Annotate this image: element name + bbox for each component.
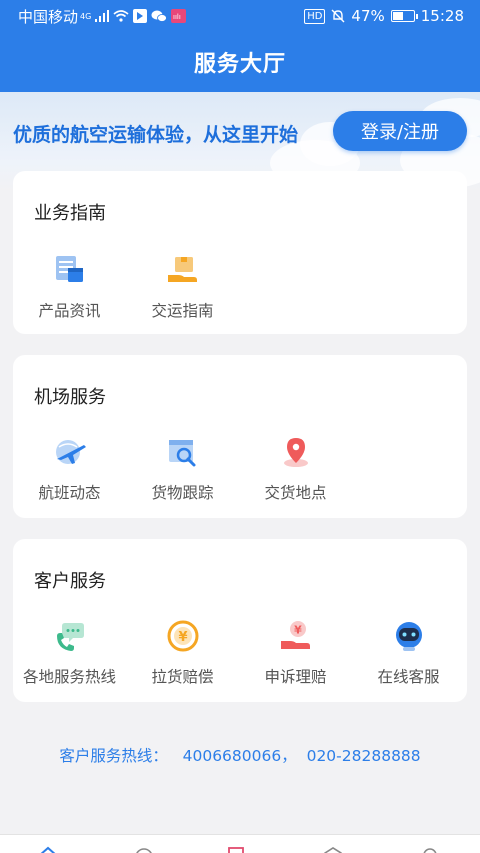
weibo-icon: ıılı: [171, 9, 187, 23]
battery-percent: 47%: [351, 7, 385, 25]
service-label: 拉货赔偿: [151, 668, 214, 686]
robot-icon: [395, 622, 422, 651]
service-item-online-support[interactable]: 在线客服: [352, 619, 465, 687]
service-label: 航班动态: [38, 484, 101, 502]
service-item-appeal-claims[interactable]: ¥ 申诉理赔: [239, 619, 352, 687]
profile-tab-icon[interactable]: [420, 845, 440, 853]
service-item-delivery-location[interactable]: 交货地点: [239, 435, 352, 503]
shipping-guide-icon: [167, 257, 197, 282]
service-item-flight-status[interactable]: 航班动态: [13, 435, 126, 503]
hd-badge: HD: [304, 8, 326, 24]
location-pin-icon: [283, 438, 308, 467]
flight-status-icon: [55, 440, 86, 464]
service-label: 各地服务热线: [22, 668, 116, 686]
service-label: 申诉理赔: [264, 668, 327, 686]
section-title: 客户服务: [34, 571, 106, 592]
business-guide-card: 业务指南 产品资讯 交运指南: [13, 171, 467, 334]
service-item-cargo-compensation[interactable]: ¥ 拉货赔偿: [126, 619, 239, 687]
airport-service-card: 机场服务 航班动态 货物跟踪 交货地点: [13, 355, 467, 518]
service-label: 货物跟踪: [151, 484, 214, 502]
svg-text:¥: ¥: [178, 630, 187, 645]
service-item-cargo-tracking[interactable]: 货物跟踪: [126, 435, 239, 503]
customer-service-card: 客户服务 各地服务热线 ¥ 拉货赔偿 ¥ 申诉理赔 在线客服: [13, 539, 467, 702]
wechat-icon: [151, 10, 168, 22]
service-hall-tab-icon[interactable]: [226, 845, 246, 853]
cargo-tab-icon[interactable]: [323, 845, 343, 853]
service-label: 产品资讯: [38, 302, 101, 320]
wifi-icon: [113, 10, 129, 22]
banner-tagline: 优质的航空运输体验，从这里开始: [13, 124, 299, 146]
bottom-tab-bar: [0, 834, 480, 853]
status-bar: 中国移动 4G ıılı HD 47% 15:28: [0, 0, 480, 32]
service-item-shipping-guide[interactable]: 交运指南: [126, 253, 239, 321]
service-label: 交货地点: [264, 484, 327, 502]
mute-bell-icon: [331, 9, 345, 23]
svg-text:ıılı: ıılı: [173, 13, 181, 21]
carrier-label: 中国移动: [18, 7, 79, 26]
customer-hotline[interactable]: 客户服务热线： 4006680066， 020-28288888: [0, 744, 480, 766]
app-notification-icon: [133, 9, 148, 23]
svg-text:¥: ¥: [294, 624, 302, 637]
clock: 15:28: [420, 7, 464, 25]
section-title: 业务指南: [34, 203, 106, 224]
signal-icon: [95, 10, 110, 22]
battery-fill: [392, 12, 404, 20]
login-register-button[interactable]: 登录/注册: [333, 111, 467, 151]
hand-money-icon: ¥: [280, 621, 310, 649]
cargo-tracking-icon: [168, 440, 195, 467]
flight-tab-icon[interactable]: [134, 845, 154, 853]
page-title: 服务大厅: [0, 32, 480, 92]
phone-chat-icon: [56, 623, 84, 651]
service-label: 在线客服: [377, 668, 440, 686]
service-item-product-info[interactable]: 产品资讯: [13, 253, 126, 321]
home-tab-icon[interactable]: [38, 845, 58, 853]
service-item-hotlines[interactable]: 各地服务热线: [13, 619, 126, 687]
yuan-coin-icon: ¥: [167, 620, 198, 652]
network-type: 4G: [80, 11, 92, 21]
product-info-icon: [55, 256, 83, 282]
service-label: 交运指南: [151, 302, 214, 320]
battery-icon: [390, 10, 418, 22]
section-title: 机场服务: [34, 387, 106, 408]
